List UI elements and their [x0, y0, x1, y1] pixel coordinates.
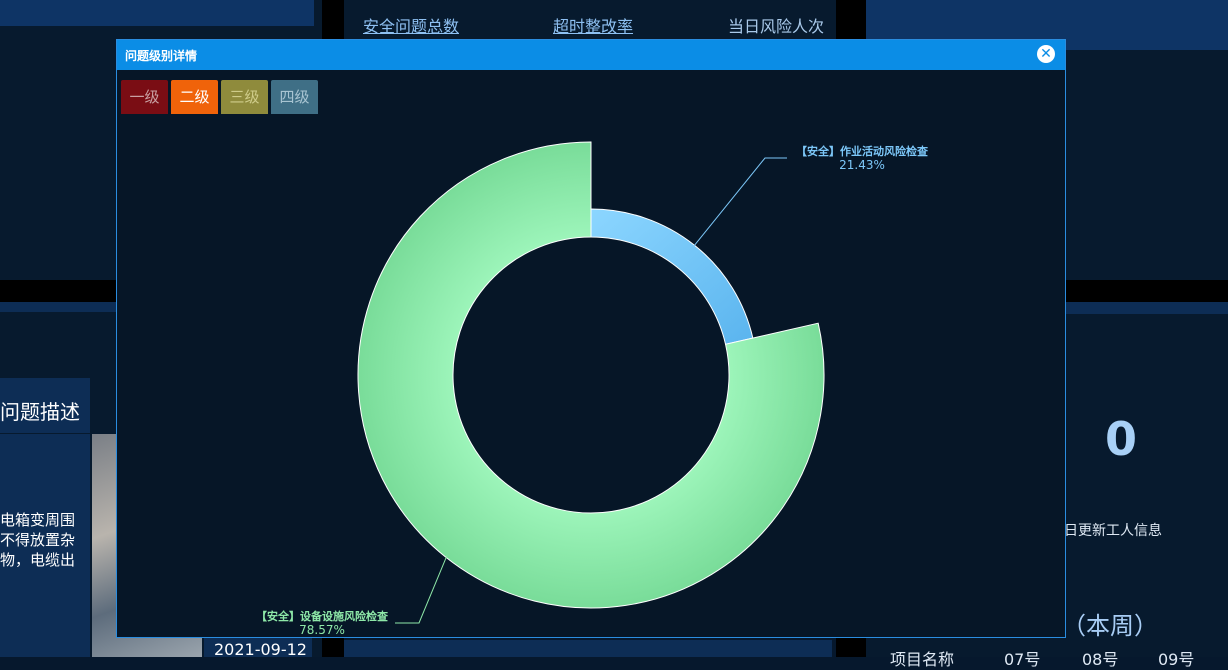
week-label: （本周）	[1062, 612, 1158, 640]
label-leader-line-2	[395, 555, 448, 624]
issue-date: 2021-09-12	[214, 640, 307, 659]
slice-percent-label-1: 21.43%	[839, 158, 885, 172]
issue-desc-text: 电箱变周围不得放置杂物，电缆出线转角井	[0, 511, 76, 569]
label-leader-line-1	[692, 157, 787, 248]
donut-slice-2[interactable]	[357, 141, 825, 609]
big-number: 0	[1105, 412, 1138, 466]
table-header-project: 项目名称	[890, 650, 955, 669]
issue-level-modal: 问题级别详情 ✕ 一级 二级 三级 四级 【安全】作业活动风险检查 21.43% 【…	[116, 39, 1066, 638]
issue-level-donut-chart: 【安全】作业活动风险检查21.43% 【安全】设备设施风险检查78.57%	[256, 141, 928, 637]
table-header-07: 07号	[1004, 650, 1041, 669]
modal-title: 问题级别详情	[125, 49, 198, 63]
slice-name-label-1: 【安全】作业活动风险检查	[796, 144, 928, 158]
total-issues-link[interactable]: 安全问题总数	[363, 13, 459, 37]
bg-left-top-bar	[0, 0, 314, 26]
slice-name-label-2: 【安全】设备设施风险检查	[256, 609, 388, 623]
table-header-08: 08号	[1082, 650, 1119, 669]
issue-desc-header: 问题描述	[0, 400, 80, 424]
slice-percent-label-2: 78.57%	[299, 623, 345, 637]
close-icon[interactable]: ✕	[1037, 45, 1055, 63]
bg-center-bottom	[344, 640, 832, 657]
table-header-09: 09号	[1158, 650, 1195, 669]
modal-header: 问题级别详情 ✕	[117, 40, 1065, 70]
overdue-rate-link[interactable]: 超时整改率	[553, 13, 633, 37]
donut-slice-1[interactable]	[590, 208, 754, 345]
daily-risk-label: 当日风险人次	[728, 17, 825, 36]
worker-info-label: 当日更新工人信息	[1050, 523, 1162, 539]
